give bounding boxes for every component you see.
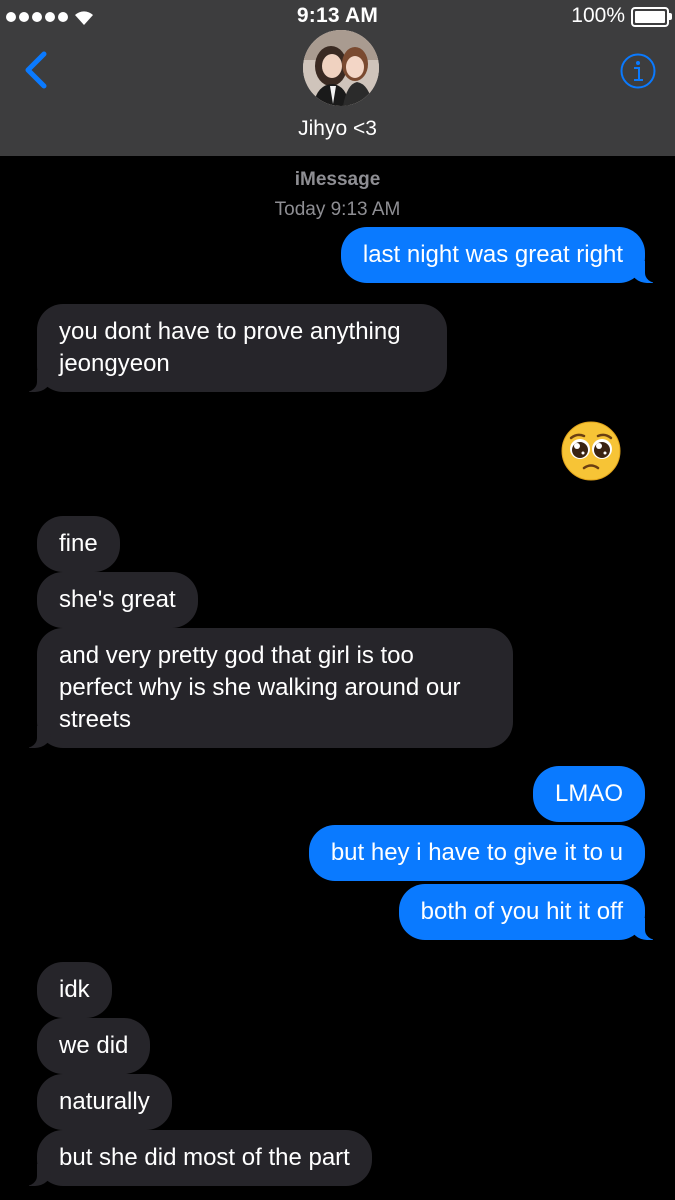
incoming-message[interactable]: fine xyxy=(37,516,120,572)
contact-avatar[interactable] xyxy=(303,30,379,106)
outgoing-message[interactable]: but hey i have to give it to u xyxy=(308,825,645,881)
back-chevron-icon[interactable] xyxy=(20,50,52,90)
info-icon[interactable] xyxy=(619,52,657,90)
incoming-message[interactable]: she's great xyxy=(37,572,198,628)
status-bar: 9:13 AM 100% xyxy=(0,0,675,34)
incoming-message[interactable]: you dont have to prove anything jeongyeon xyxy=(19,304,447,392)
incoming-message[interactable]: we did xyxy=(37,1018,151,1074)
pleading-face-icon[interactable] xyxy=(560,420,622,482)
incoming-message[interactable]: but she did most of the part xyxy=(19,1130,372,1186)
outgoing-message[interactable]: last night was great right xyxy=(340,227,664,283)
service-label: iMessage xyxy=(294,169,381,190)
battery-icon xyxy=(631,7,672,27)
incoming-message[interactable]: idk xyxy=(37,962,112,1018)
contact-name[interactable]: Jihyo <3 xyxy=(0,117,675,141)
incoming-message[interactable]: naturally xyxy=(37,1074,172,1130)
incoming-message[interactable]: and very pretty god that girl is too perf… xyxy=(19,628,513,748)
nav-header: 9:13 AM 100% Jihyo <3 xyxy=(0,0,675,156)
outgoing-message[interactable]: LMAO xyxy=(532,766,645,822)
battery-percent: 100% xyxy=(571,4,625,27)
thread-timestamp: Today 9:13 AM xyxy=(274,199,401,220)
outgoing-message[interactable]: both of you hit it off xyxy=(398,884,664,940)
